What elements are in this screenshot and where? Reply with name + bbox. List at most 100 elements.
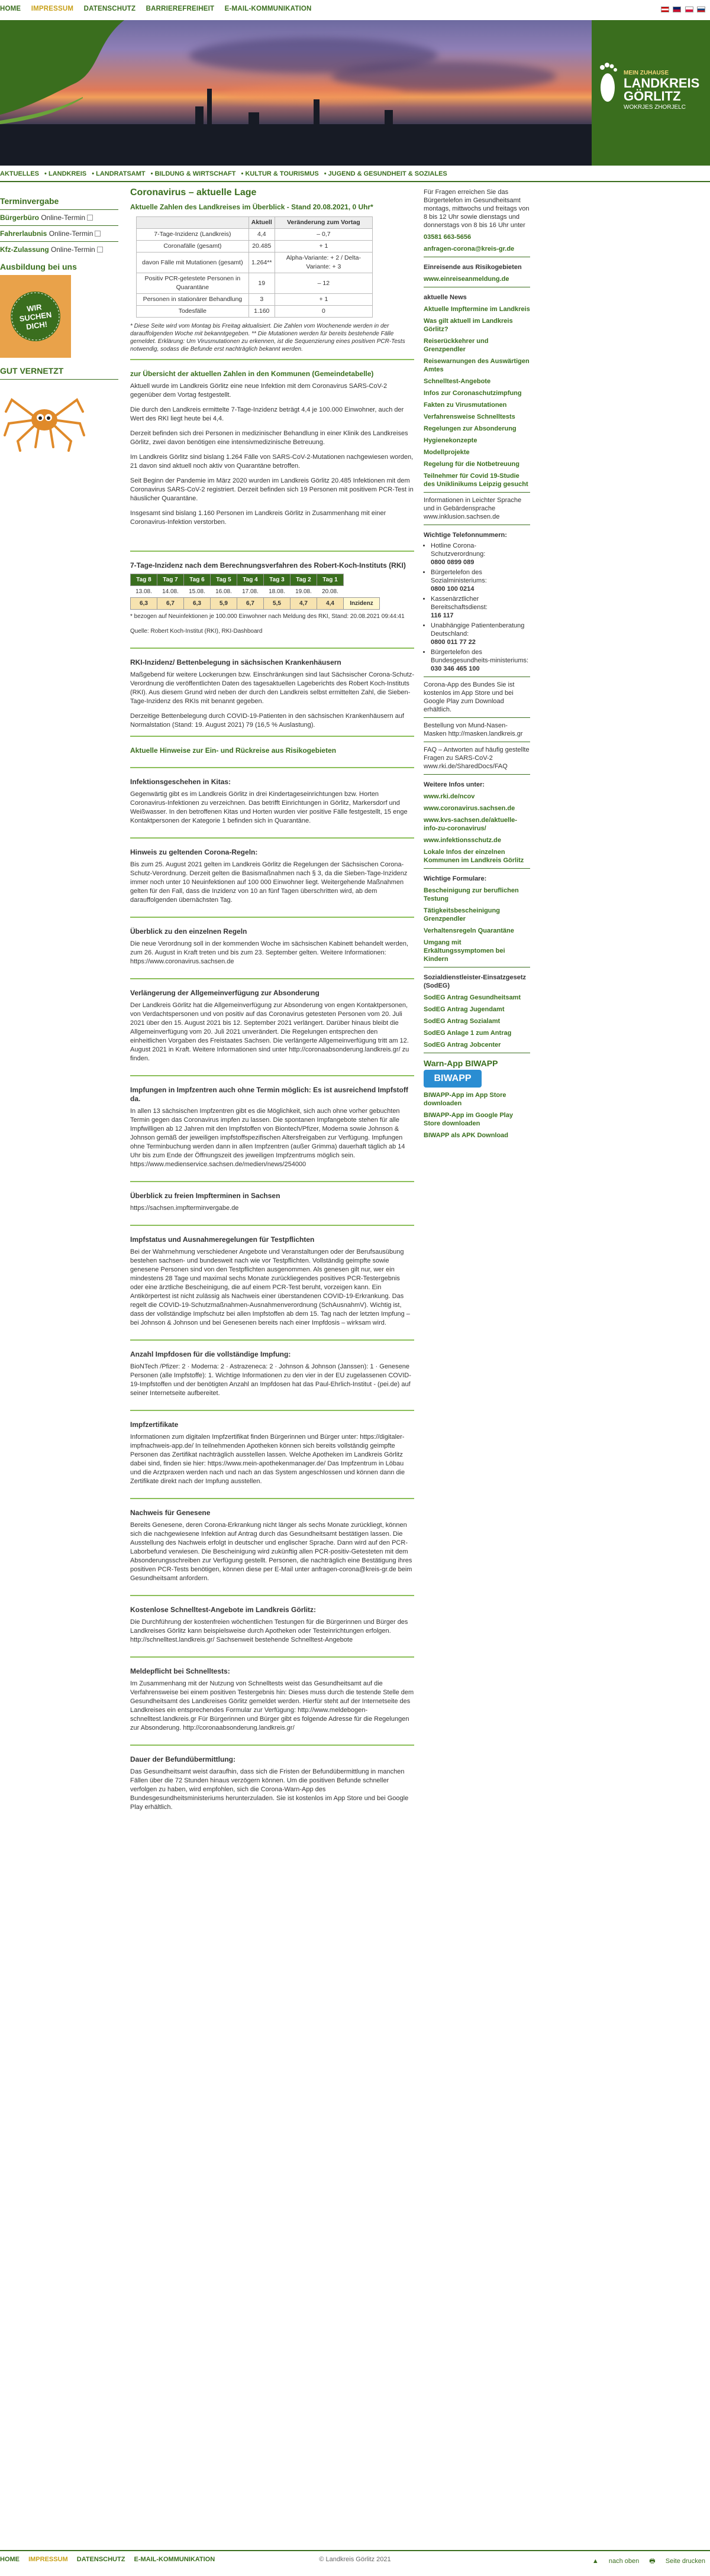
top-links: HOME IMPRESSUM DATENSCHUTZ BARRIEREFREIH…	[0, 5, 320, 12]
hotline-intro: Für Fragen erreichen Sie das Bürgertelef…	[424, 189, 530, 229]
top-link-home[interactable]: HOME	[0, 5, 21, 12]
para-4: Im Landkreis Görlitz sind bislang 1.264 …	[130, 454, 414, 470]
news-link[interactable]: Modellprojekte	[424, 448, 530, 457]
termin-buergerbuero[interactable]: Bürgerbüro Online-Termin	[0, 213, 118, 222]
news-link[interactable]: Reisewarnungen des Auswärtigen Amtes	[424, 357, 530, 374]
main-nav: AKTUELLES • LANDKREIS • LANDRATSAMT • BI…	[0, 170, 447, 177]
news-link[interactable]: Verfahrensweise Schnelltests	[424, 413, 530, 421]
right-sidebar: Für Fragen erreichen Sie das Bürgertelef…	[424, 188, 530, 1143]
betten-text: Maßgebend für weitere Lockerungen bzw. E…	[130, 671, 414, 705]
telefon-number[interactable]: 0800 011 77 22	[431, 639, 476, 646]
telefon-item: Bürgertelefon des Bundesgesundheits-mini…	[431, 648, 530, 673]
flag-icon[interactable]	[685, 7, 693, 12]
inzidenz-value: 5,5	[263, 597, 291, 610]
news-link[interactable]: Aktuelle Impftermine im Landkreis	[424, 305, 530, 313]
hotline-phone[interactable]: 03581 663-5656	[424, 233, 530, 241]
left-sidebar: Terminvergabe Bürgerbüro Online-Termin F…	[0, 188, 118, 455]
section-heading: Dauer der Befundübermittlung:	[130, 1755, 236, 1763]
inzidenz-value: 6,7	[237, 597, 264, 610]
termin-fahrerlaubnis[interactable]: Fahrerlaubnis Online-Termin	[0, 229, 118, 238]
news-link[interactable]: Fakten zu Virusmutationen	[424, 401, 530, 409]
top-link-email[interactable]: E-MAIL-KOMMUNIKATION	[225, 5, 312, 12]
nav-landratsamt[interactable]: LANDRATSAMT	[96, 170, 146, 177]
logo[interactable]: MEIN ZUHAUSE LANDKREIS GÖRLITZ WOKRJES ZH…	[592, 20, 710, 166]
section-text: Informationen zum digitalen Impfzertifik…	[130, 1433, 405, 1485]
betten-text-2: Derzeitige Bettenbelegung durch COVID-19…	[130, 713, 404, 729]
flag-icon[interactable]	[697, 7, 705, 12]
inzidenz-source[interactable]: Quelle: Robert Koch-Institut (RKI), RKI-…	[130, 627, 414, 636]
top-link-barrierefreiheit[interactable]: BARRIEREFREIHEIT	[146, 5, 215, 12]
sodeg-link[interactable]: SodEG Antrag Sozialamt	[424, 1017, 530, 1025]
nav-bildung[interactable]: BILDUNG & WIRTSCHAFT	[155, 170, 236, 177]
inzidenz-table: Tag 8 Tag 7 Tag 6 Tag 5 Tag 4 Tag 3 Tag 2 Tag 1…	[130, 574, 380, 610]
info-link[interactable]: www.rki.de/ncov	[424, 792, 530, 801]
news-link[interactable]: Teilnehmer für Covid 19-Studie des Unikl…	[424, 472, 530, 488]
nav-aktuelles[interactable]: AKTUELLES	[0, 170, 39, 177]
footer-up-link[interactable]: ▲ nach oben	[592, 2558, 639, 2565]
hotline-email[interactable]: anfragen-corona@kreis-gr.de	[424, 245, 530, 253]
section-text: Der Landkreis Görlitz hat die Allgemeinv…	[130, 1002, 409, 1062]
termin-kfz[interactable]: Kfz-Zulassung Online-Termin	[0, 245, 118, 254]
sodeg-link[interactable]: SodEG Antrag Jugendamt	[424, 1005, 530, 1014]
ausbildung-banner[interactable]: WIR SUCHEN DICH!	[0, 275, 71, 358]
inzidenz-date: 20.08.	[322, 588, 338, 595]
news-link[interactable]: Regelungen zur Absonderung	[424, 425, 530, 433]
flag-icon[interactable]	[660, 7, 669, 12]
masken-text[interactable]: Bestellung von Mund-Nasen-Masken http://…	[424, 721, 530, 738]
section-text: In allen 13 sächsischen Impfzentren gibt…	[130, 1108, 405, 1168]
info-link[interactable]: Lokale Infos der einzelnen Kommunen im L…	[424, 848, 530, 865]
telefon-number[interactable]: 0800 100 0214	[431, 585, 474, 593]
hinweise-link[interactable]: Aktuelle Hinweise zur Ein- und Rückreise…	[130, 746, 336, 755]
nav-landkreis[interactable]: LANDKREIS	[49, 170, 86, 177]
einreise-link[interactable]: www.einreiseanmeldung.de	[424, 275, 530, 283]
nav-jugend[interactable]: JUGEND & GESUNDHEIT & SOZIALES	[328, 170, 447, 177]
telefon-number[interactable]: 030 346 465 100	[431, 665, 480, 672]
news-link[interactable]: Reiserückkehrer und Grenzpendler	[424, 337, 530, 354]
info-link[interactable]: www.coronavirus.sachsen.de	[424, 804, 530, 813]
inzidenz-date: 13.08.	[135, 588, 152, 595]
leichte-sprache[interactable]: Informationen in Leichter Sprache und in…	[424, 496, 530, 521]
news-link[interactable]: Was gilt aktuell im Landkreis Görlitz?	[424, 317, 530, 334]
gemeindetabelle-link[interactable]: zur Übersicht der aktuellen Zahlen in de…	[130, 370, 373, 378]
inzidenz-date: 16.08.	[215, 588, 232, 595]
formular-link[interactable]: Bescheinigung zur beruflichen Testung	[424, 886, 530, 903]
formular-link[interactable]: Tätigkeitsbescheinigung Grenzpendler	[424, 907, 530, 923]
table-row: Coronafälle (gesamt) 20.485 + 1	[136, 240, 373, 253]
news-link[interactable]: Infos zur Coronaschutzimpfung	[424, 389, 530, 397]
inzidenz-day: Tag 8	[130, 574, 157, 586]
sodeg-link[interactable]: SodEG Anlage 1 zum Antrag	[424, 1029, 530, 1037]
formular-link[interactable]: Verhaltensregeln Quarantäne	[424, 927, 530, 935]
inzidenz-title: 7-Tage-Inzidenz nach dem Berechnungsverf…	[130, 561, 406, 569]
top-link-datenschutz[interactable]: DATENSCHUTZ	[84, 5, 136, 12]
flag-icon[interactable]	[673, 7, 682, 12]
telefon-number[interactable]: 116 117	[431, 612, 454, 619]
biwapp-link[interactable]: BIWAPP als APK Download	[424, 1131, 530, 1140]
inzidenz-date: 14.08.	[162, 588, 179, 595]
biwapp-logo[interactable]: BIWAPP	[424, 1070, 482, 1088]
table-header	[136, 216, 249, 229]
info-link[interactable]: www.infektionsschutz.de	[424, 836, 530, 844]
footer-print-link[interactable]: 🖶 Seite drucken	[649, 2558, 705, 2565]
news-link[interactable]: Schnelltest-Angebote	[424, 377, 530, 386]
sodeg-link[interactable]: SodEG Antrag Jobcenter	[424, 1041, 530, 1049]
sodeg-link[interactable]: SodEG Antrag Gesundheitsamt	[424, 993, 530, 1002]
news-link[interactable]: Hygienekonzepte	[424, 436, 530, 445]
biwapp-link[interactable]: BIWAPP-App im Google Play Store download…	[424, 1111, 530, 1128]
telefon-item: Unabhängige Patientenberatung Deutschlan…	[431, 622, 530, 646]
formular-link[interactable]: Umgang mit Erkältungssymptomen bei Kinde…	[424, 939, 530, 963]
spider-mascot-icon[interactable]	[0, 382, 89, 453]
news-section: Kostenlose Schnelltest-Angebote im Landk…	[130, 1595, 414, 1645]
faq-text[interactable]: FAQ – Antworten auf häufig gestellte Fra…	[424, 746, 530, 771]
inzidenz-value: 6,3	[183, 597, 211, 610]
biwapp-link[interactable]: BIWAPP-App im App Store downloaden	[424, 1091, 530, 1108]
formulare-title: Wichtige Formulare:	[424, 875, 487, 882]
info-link[interactable]: www.kvs-sachsen.de/aktuelle-info-zu-coro…	[424, 816, 530, 833]
ausbildung-title[interactable]: Ausbildung bei uns	[0, 262, 118, 271]
nav-kultur[interactable]: KULTUR & TOURISMUS	[245, 170, 318, 177]
telefon-item: Hotline Corona-Schutzverordnung:0800 089…	[431, 542, 530, 567]
news-link[interactable]: Regelung für die Notbetreuung	[424, 460, 530, 468]
inzidenz-value: 6,7	[157, 597, 184, 610]
top-link-impressum[interactable]: IMPRESSUM	[31, 5, 73, 12]
stats-subtitle: Aktuelle Zahlen des Landkreises im Überb…	[130, 203, 373, 211]
telefon-number[interactable]: 0800 0899 089	[431, 559, 474, 566]
